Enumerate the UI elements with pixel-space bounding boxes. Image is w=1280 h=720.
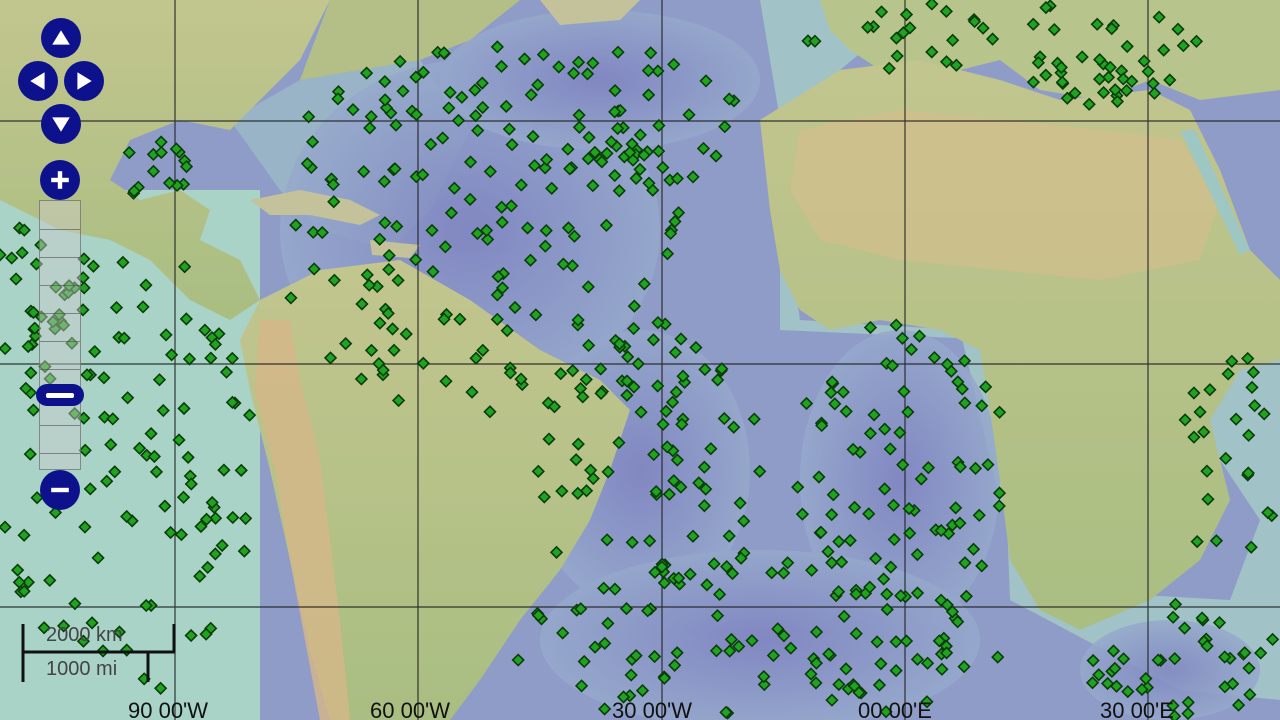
pan-right-icon — [77, 72, 92, 90]
zoom-out-icon — [51, 487, 69, 493]
pan-down-button[interactable] — [41, 104, 81, 144]
map-view[interactable]: 90 00'W 60 00'W 30 00'W 00 00'E 30 00'E — [0, 0, 1280, 720]
scale-km-label: 2000 km — [46, 624, 123, 646]
zoom-in-button[interactable] — [40, 160, 80, 200]
lon-label: 90 00'W — [128, 698, 208, 720]
pan-right-button[interactable] — [64, 61, 104, 101]
pan-up-icon — [52, 30, 70, 45]
zoom-in-icon — [51, 171, 69, 189]
pan-left-button[interactable] — [18, 61, 58, 101]
zoom-out-button[interactable] — [40, 470, 80, 510]
pan-down-icon — [52, 117, 70, 132]
lon-label: 30 00'W — [612, 698, 692, 720]
lon-label: 60 00'W — [370, 698, 450, 720]
lon-label: 00 00'E — [858, 698, 932, 720]
zoom-slider-handle[interactable] — [36, 384, 84, 406]
pan-left-icon — [30, 72, 45, 90]
pan-control — [16, 16, 106, 146]
scale-mi-label: 1000 mi — [46, 658, 118, 680]
pan-up-button[interactable] — [41, 18, 81, 58]
zoom-bar[interactable] — [39, 200, 81, 470]
scale-bar: 2000 km 1000 mi — [20, 620, 180, 684]
lon-label: 30 00'E — [1100, 698, 1174, 720]
